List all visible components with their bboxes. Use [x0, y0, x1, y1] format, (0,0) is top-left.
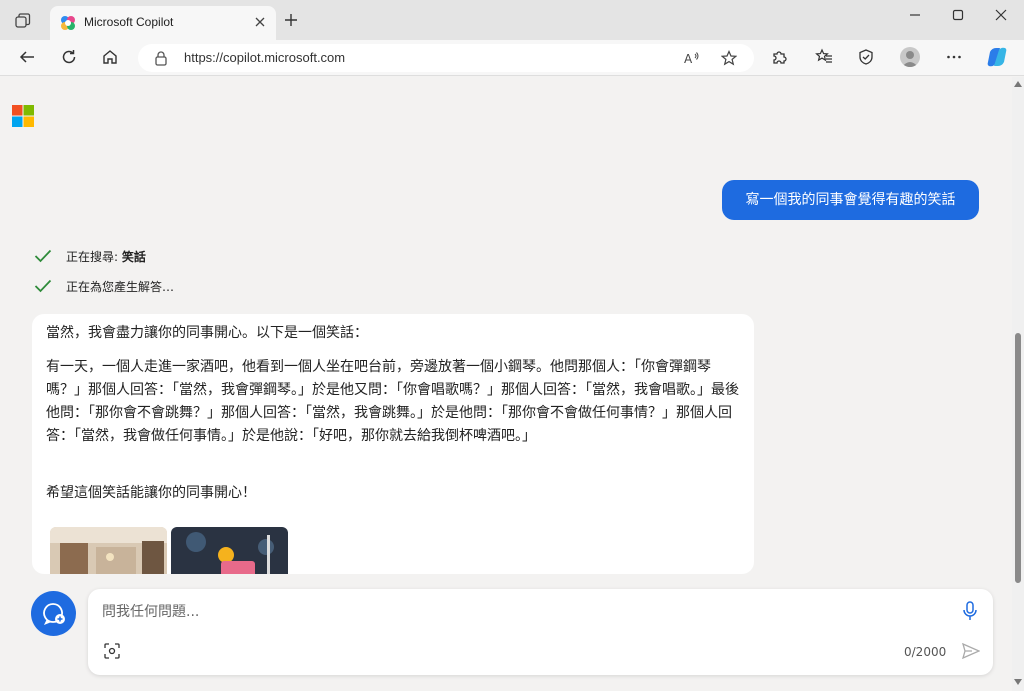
tab-title: Microsoft Copilot	[84, 15, 174, 29]
extensions-icon[interactable]	[770, 48, 788, 66]
close-window-icon[interactable]	[994, 8, 1008, 22]
svg-text:A: A	[684, 52, 693, 66]
maximize-icon[interactable]	[951, 8, 965, 22]
status-generating-text: 正在為您產生解答…	[66, 280, 175, 294]
answer-joke: 有一天，一個人走進一家酒吧，他看到一個人坐在吧台前，旁邊放著一個小鋼琴。他問那個…	[46, 359, 739, 444]
browser-toolbar: https://copilot.microsoft.com A	[0, 40, 1024, 76]
new-tab-icon[interactable]	[284, 13, 298, 27]
result-image-bar[interactable]	[50, 527, 167, 574]
result-image-drink[interactable]	[171, 527, 288, 574]
copilot-favicon-icon	[61, 16, 75, 30]
answer-closing: 希望這個笑話能讓你的同事開心！	[46, 485, 256, 501]
status-prefix: 正在搜尋:	[66, 250, 122, 264]
close-tab-icon[interactable]	[254, 16, 266, 28]
user-message-bubble: 寫一個我的同事會覺得有趣的笑話	[722, 180, 979, 220]
microsoft-logo-icon	[12, 105, 34, 127]
send-icon[interactable]	[962, 643, 980, 659]
bar-photo	[50, 527, 167, 574]
chat-input[interactable]	[102, 601, 932, 623]
address-bar[interactable]: https://copilot.microsoft.com A	[138, 44, 754, 72]
scroll-down-icon[interactable]	[1014, 679, 1022, 685]
new-topic-icon	[43, 603, 65, 625]
tab-strip: Microsoft Copilot	[0, 0, 1024, 40]
read-aloud-icon[interactable]: A	[684, 50, 700, 66]
visual-search-icon[interactable]	[104, 643, 120, 659]
scrollbar-thumb[interactable]	[1015, 333, 1021, 583]
favorite-star-icon[interactable]	[721, 50, 737, 66]
url-text: https://copilot.microsoft.com	[184, 50, 346, 65]
home-icon[interactable]	[101, 48, 119, 66]
checkmark-icon	[34, 279, 52, 293]
character-counter: 0/2000	[904, 645, 947, 659]
favorites-icon[interactable]	[815, 48, 833, 66]
scroll-up-icon[interactable]	[1014, 81, 1022, 87]
page-content: 寫一個我的同事會覺得有趣的笑話 正在搜尋: 笑話 正在為您產生解答… 當然，我會…	[0, 77, 1012, 691]
checkmark-icon	[34, 249, 52, 263]
copilot-sidebar-icon[interactable]	[986, 46, 1008, 68]
page-scrollbar[interactable]	[1012, 77, 1024, 691]
browser-tab[interactable]: Microsoft Copilot	[50, 6, 276, 40]
more-options-icon[interactable]	[945, 48, 963, 66]
browser-essentials-icon[interactable]	[857, 48, 875, 66]
drink-photo	[171, 527, 288, 574]
status-search-term: 笑話	[121, 250, 146, 264]
lock-icon[interactable]	[154, 50, 168, 66]
new-topic-button[interactable]	[31, 591, 76, 636]
microphone-icon[interactable]	[962, 601, 978, 621]
refresh-icon[interactable]	[60, 48, 78, 66]
tab-actions-icon[interactable]	[14, 12, 32, 30]
copilot-answer-card: 當然，我會盡力讓你的同事開心。以下是一個笑話： 有一天，一個人走進一家酒吧，他看…	[32, 314, 754, 574]
profile-person-icon	[902, 51, 918, 67]
answer-intro: 當然，我會盡力讓你的同事開心。以下是一個笑話：	[46, 325, 368, 341]
back-icon[interactable]	[18, 48, 36, 66]
chat-input-box[interactable]: 0/2000	[88, 589, 993, 675]
minimize-icon[interactable]	[908, 8, 922, 22]
profile-avatar[interactable]	[900, 47, 920, 67]
